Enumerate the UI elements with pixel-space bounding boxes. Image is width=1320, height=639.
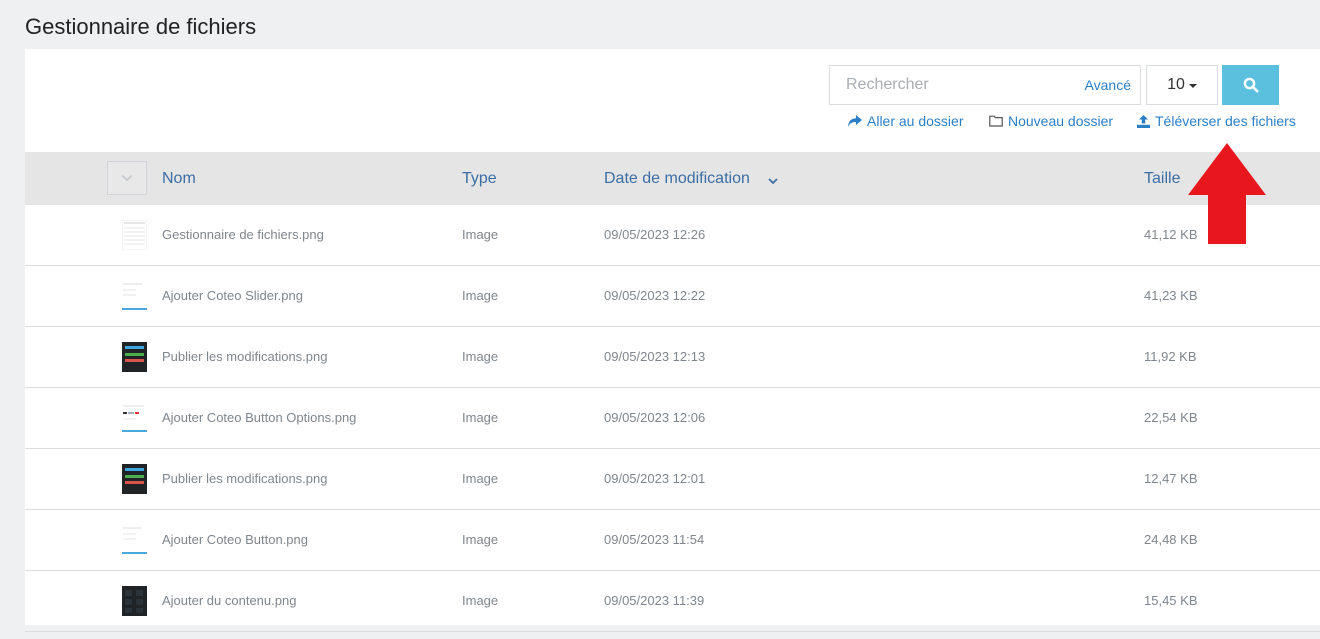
file-name[interactable]: Publier les modifications.png <box>162 349 327 364</box>
red-up-arrow-icon <box>1187 143 1267 245</box>
search-icon <box>1243 77 1258 93</box>
folder-outline-icon <box>989 115 1003 127</box>
table-row[interactable]: Ajouter Coteo Button.png Image 09/05/2023 … <box>25 510 1320 571</box>
file-modified: 09/05/2023 12:06 <box>604 410 706 425</box>
file-type: Image <box>462 410 499 425</box>
table-row[interactable]: Publier les modifications.png Image 09/05/… <box>25 327 1320 388</box>
table-row[interactable]: Publier les modifications.png Image 09/05/… <box>25 449 1320 510</box>
go-to-folder-label: Aller au dossier <box>867 113 964 129</box>
chevron-down-icon <box>121 174 133 182</box>
caret-down-icon <box>1188 84 1197 88</box>
file-name[interactable]: Ajouter Coteo Button Options.png <box>162 410 356 425</box>
page-title: Gestionnaire de fichiers <box>25 14 257 39</box>
file-thumbnail[interactable] <box>122 525 147 555</box>
file-type: Image <box>462 471 499 486</box>
file-thumbnail[interactable] <box>121 219 148 251</box>
file-name[interactable]: Gestionnaire de fichiers.png <box>162 227 324 242</box>
file-size: 11,92 KB <box>1144 349 1197 364</box>
file-type: Image <box>462 532 499 547</box>
upload-icon <box>1137 114 1150 128</box>
file-type: Image <box>462 227 499 242</box>
per-page-value: 10 <box>1167 76 1185 93</box>
file-thumbnail[interactable] <box>122 342 147 372</box>
file-size: 12,47 KB <box>1144 471 1198 486</box>
column-header-name[interactable]: Nom <box>162 170 196 188</box>
table-header: Nom Type Date de modification Taille <box>25 152 1320 205</box>
new-folder-label: Nouveau dossier <box>1008 113 1114 129</box>
sort-chevron-down-icon[interactable] <box>768 178 778 185</box>
file-modified: 09/05/2023 12:26 <box>604 227 706 242</box>
table-row[interactable]: Ajouter Coteo Button Options.png Image 09/… <box>25 388 1320 449</box>
file-name[interactable]: Ajouter du contenu.png <box>162 593 296 608</box>
file-modified: 09/05/2023 11:54 <box>604 532 705 547</box>
file-thumbnail[interactable] <box>122 281 147 311</box>
go-to-folder-button[interactable]: Aller au dossier <box>848 113 964 129</box>
file-thumbnail[interactable] <box>122 403 147 433</box>
file-modified: 09/05/2023 12:01 <box>604 471 706 486</box>
file-size: 41,23 KB <box>1144 288 1198 303</box>
column-header-type[interactable]: Type <box>462 170 497 188</box>
file-size: 15,45 KB <box>1144 593 1198 608</box>
file-manager-panel: Avancé 10 Aller au dossier Nouveau dossi… <box>25 49 1320 632</box>
search-button[interactable] <box>1222 65 1279 105</box>
file-size: 24,48 KB <box>1144 532 1198 547</box>
column-header-modified[interactable]: Date de modification <box>604 170 750 188</box>
file-name[interactable]: Ajouter Coteo Button.png <box>162 532 308 547</box>
file-modified: 09/05/2023 11:39 <box>604 593 705 608</box>
advanced-search-link[interactable]: Avancé <box>1085 77 1131 93</box>
column-header-size[interactable]: Taille <box>1144 170 1180 188</box>
table-row[interactable]: Gestionnaire de fichiers.png Image 09/05/2… <box>25 205 1320 266</box>
upload-files-label: Téléverser des fichiers <box>1155 113 1296 129</box>
per-page-dropdown[interactable]: 10 <box>1146 65 1218 105</box>
file-modified: 09/05/2023 12:13 <box>604 349 706 364</box>
file-type: Image <box>462 288 499 303</box>
table-row[interactable]: Ajouter Coteo Slider.png Image 09/05/2023 … <box>25 266 1320 327</box>
table-row[interactable]: Ajouter du contenu.png Image 09/05/2023 11… <box>25 571 1320 632</box>
file-thumbnail[interactable] <box>122 464 147 494</box>
new-folder-button[interactable]: Nouveau dossier <box>989 113 1113 129</box>
share-arrow-icon <box>848 115 862 127</box>
file-type: Image <box>462 349 499 364</box>
search-input[interactable] <box>830 66 1070 104</box>
search-box: Avancé <box>829 65 1141 105</box>
upload-files-button[interactable]: Téléverser des fichiers <box>1137 113 1296 129</box>
file-type: Image <box>462 593 499 608</box>
file-size: 22,54 KB <box>1144 410 1198 425</box>
file-modified: 09/05/2023 12:22 <box>604 288 706 303</box>
select-all-checkbox[interactable] <box>107 161 147 195</box>
file-thumbnail[interactable] <box>122 586 147 616</box>
file-name[interactable]: Ajouter Coteo Slider.png <box>162 288 303 303</box>
file-name[interactable]: Publier les modifications.png <box>162 471 327 486</box>
